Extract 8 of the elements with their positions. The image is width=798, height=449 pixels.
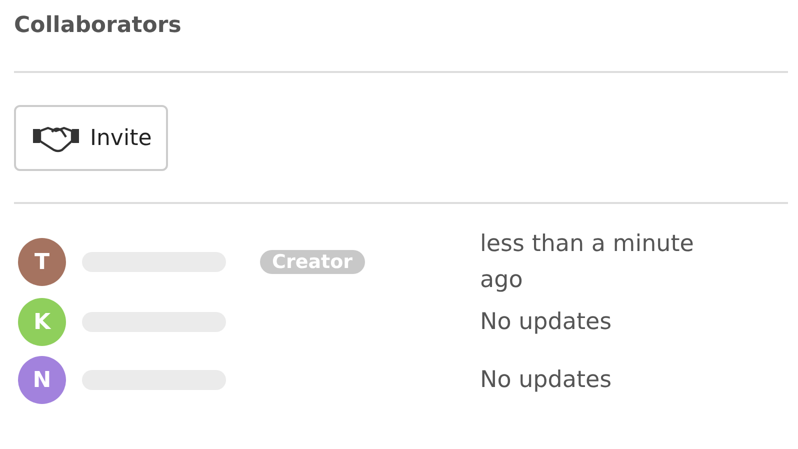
panel-title: Collaborators [14,12,182,40]
status-text: No updates [480,366,613,395]
avatar: K [18,298,66,346]
avatar: T [18,238,66,286]
avatar: N [18,356,66,404]
status-text: less than a minute ago [480,230,695,295]
status-text: No updates [480,308,613,337]
invite-button[interactable]: Invite [14,105,168,171]
